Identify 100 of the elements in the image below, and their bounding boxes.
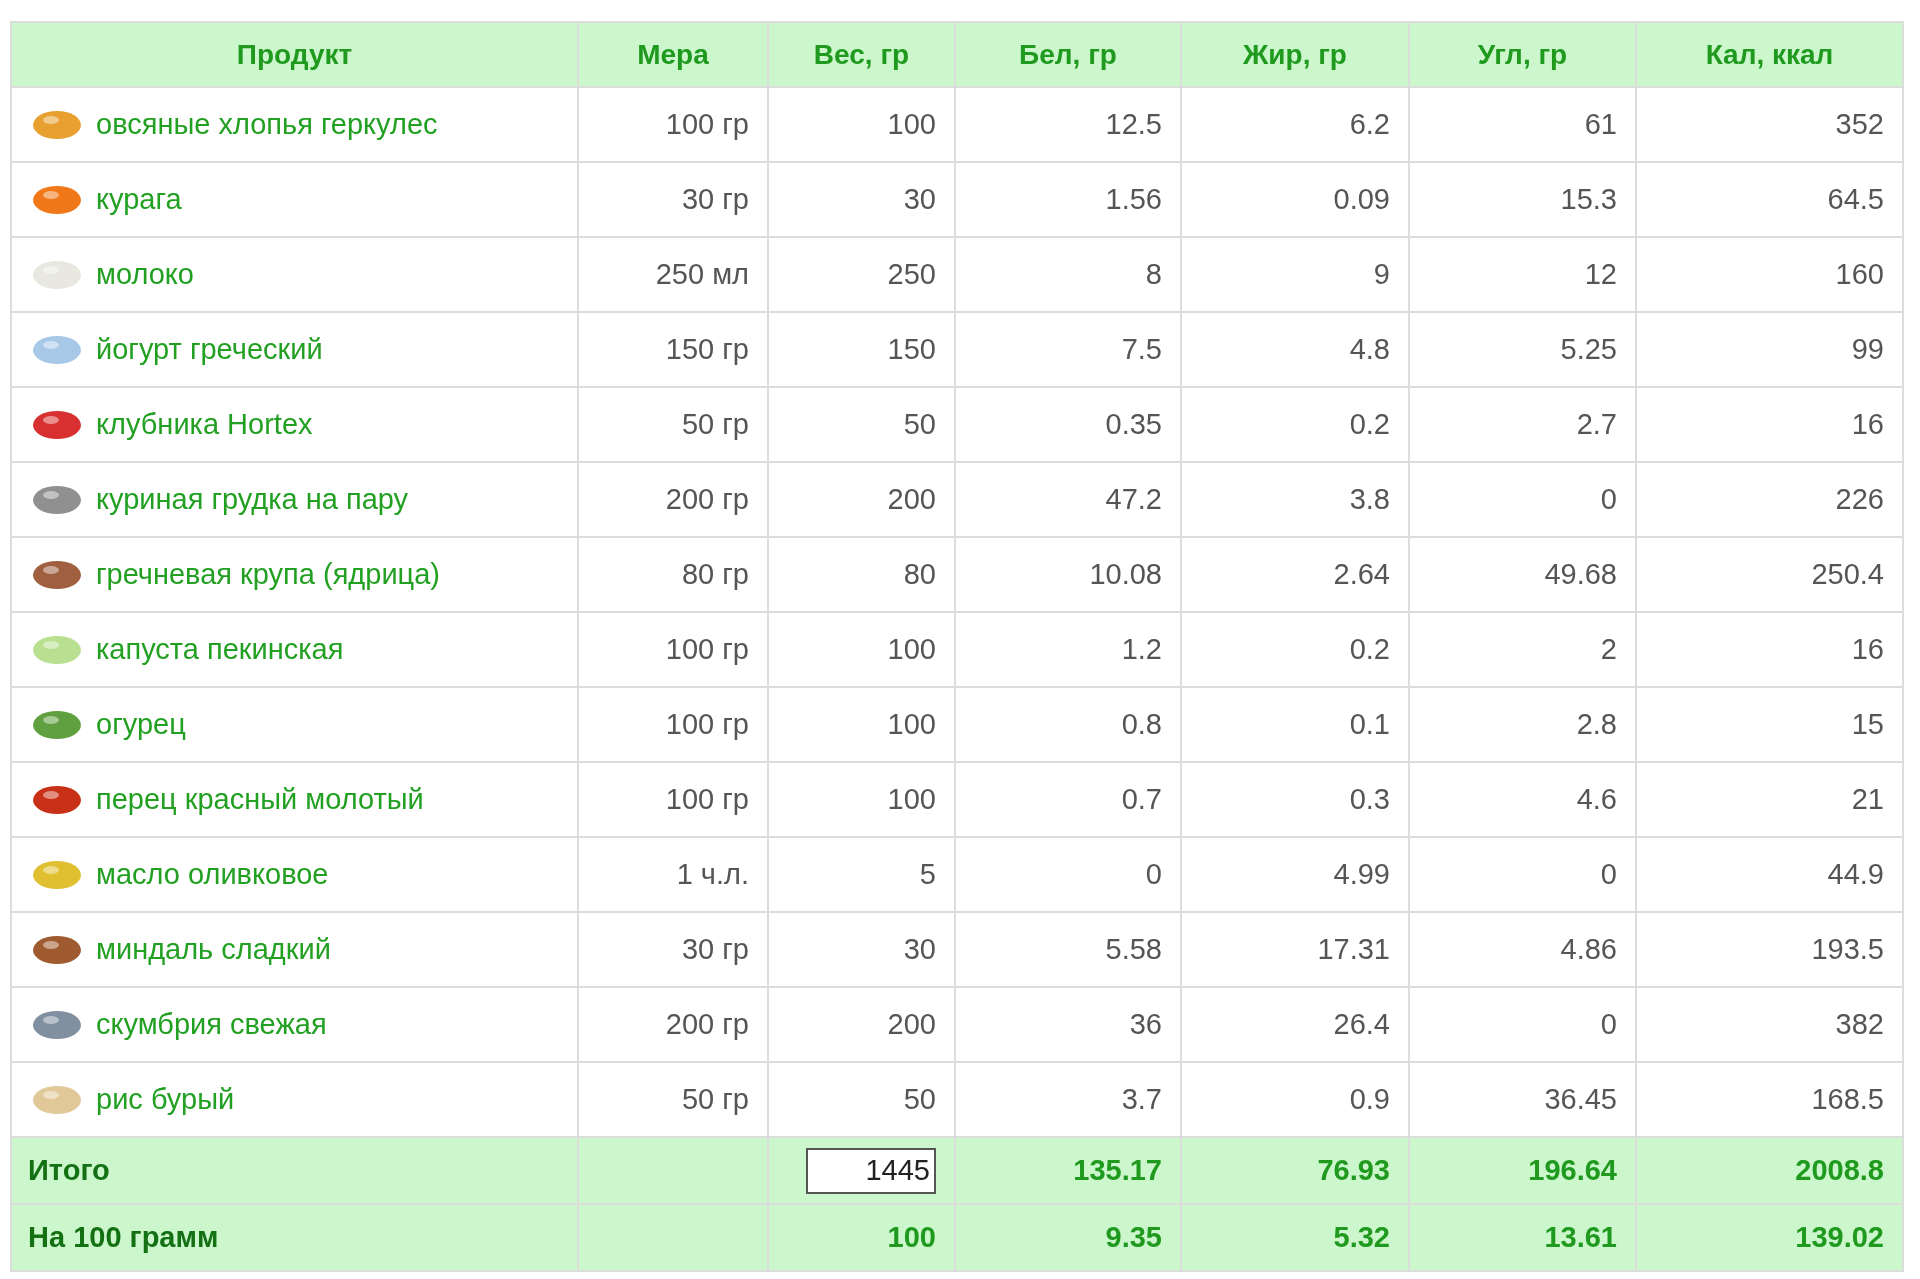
table-cell: 47.2 xyxy=(1105,482,1162,515)
table-cell: 36 xyxy=(1129,1007,1162,1040)
table-cell: 200 xyxy=(887,482,936,515)
table-cell: 36.45 xyxy=(1544,1082,1617,1115)
column-header: Бел, гр xyxy=(1019,38,1117,70)
table-cell: 100 xyxy=(887,107,936,140)
table-cell: 15 xyxy=(1851,707,1884,740)
table-cell: 30 гр xyxy=(681,182,749,215)
column-header: Жир, гр xyxy=(1243,38,1347,70)
table-cell: 100 xyxy=(887,782,936,815)
table-cell: 4.86 xyxy=(1560,932,1617,965)
table-cell: 64.5 xyxy=(1827,182,1884,215)
product-link[interactable]: курага xyxy=(96,177,182,222)
table-cell: 30 xyxy=(903,182,936,215)
table-cell: 30 xyxy=(903,932,936,965)
table-cell: 0.8 xyxy=(1121,707,1162,740)
table-cell: 250 мл xyxy=(655,257,749,290)
table-cell: 2.8 xyxy=(1576,707,1617,740)
table-cell: 13.61 xyxy=(1544,1220,1617,1253)
product-link[interactable]: молоко xyxy=(96,252,194,297)
table-cell: 15.3 xyxy=(1560,182,1617,215)
table-cell: 6.2 xyxy=(1349,107,1390,140)
table-cell: 21 xyxy=(1851,782,1884,815)
table-cell: 9.35 xyxy=(1105,1220,1162,1253)
table-cell: 49.68 xyxy=(1544,557,1617,590)
table-cell: 226 xyxy=(1835,482,1884,515)
table-cell: 7.5 xyxy=(1121,332,1162,365)
table-cell: 50 гр xyxy=(681,407,749,440)
table-cell: 100 xyxy=(887,707,936,740)
table-cell: 5.58 xyxy=(1105,932,1162,965)
table-cell: 100 гр xyxy=(665,707,749,740)
table-cell: 50 xyxy=(903,407,936,440)
table-cell: 3.7 xyxy=(1121,1082,1162,1115)
table-cell: 2008.8 xyxy=(1795,1153,1884,1186)
table-cell: 26.4 xyxy=(1333,1007,1390,1040)
table-cell: 200 гр xyxy=(665,1007,749,1040)
table-cell: 0.3 xyxy=(1349,782,1390,815)
table-cell: 50 гр xyxy=(681,1082,749,1115)
table-cell: 0 xyxy=(1600,857,1617,890)
table-cell: 4.99 xyxy=(1333,857,1390,890)
table-cell: 0.7 xyxy=(1121,782,1162,815)
table-cell: 80 xyxy=(903,557,936,590)
table-cell: 0 xyxy=(1600,1007,1617,1040)
table-cell: 100 xyxy=(887,632,936,665)
product-link[interactable]: рис бурый xyxy=(96,1077,235,1122)
table-cell: 9 xyxy=(1373,257,1390,290)
total-weight-field[interactable]: 1445 xyxy=(806,1147,936,1194)
column-header: Кал, ккал xyxy=(1705,38,1834,70)
table-cell: 0.2 xyxy=(1349,407,1390,440)
table-cell: 352 xyxy=(1835,107,1884,140)
table-cell: 61 xyxy=(1584,107,1617,140)
row-label: Итого xyxy=(28,1153,110,1186)
table-cell: 80 гр xyxy=(681,557,749,590)
table-cell: 30 гр xyxy=(681,932,749,965)
table-cell: 0.35 xyxy=(1105,407,1162,440)
table-cell: 0.1 xyxy=(1349,707,1390,740)
table-cell: 196.64 xyxy=(1528,1153,1617,1186)
table-cell: 135.17 xyxy=(1073,1153,1162,1186)
table-cell: 193.5 xyxy=(1811,932,1884,965)
table-cell: 2.7 xyxy=(1576,407,1617,440)
table-cell: 5 xyxy=(919,857,936,890)
table-cell: 160 xyxy=(1835,257,1884,290)
table-cell: 100 гр xyxy=(665,107,749,140)
table-cell: 100 гр xyxy=(665,632,749,665)
table-cell: 8 xyxy=(1145,257,1162,290)
table-cell: 150 гр xyxy=(665,332,749,365)
table-cell: 150 xyxy=(887,332,936,365)
table-cell: 5.32 xyxy=(1333,1220,1390,1253)
table-cell: 3.8 xyxy=(1349,482,1390,515)
table-cell: 4.6 xyxy=(1576,782,1617,815)
table-cell: 99 xyxy=(1851,332,1884,365)
table-cell: 5.25 xyxy=(1560,332,1617,365)
table-cell: 1.56 xyxy=(1105,182,1162,215)
table-cell: 16 xyxy=(1851,632,1884,665)
table-cell: 44.9 xyxy=(1827,857,1884,890)
column-header: Угл, гр xyxy=(1477,38,1568,70)
table-cell: 2 xyxy=(1600,632,1617,665)
table-cell: 1.2 xyxy=(1121,632,1162,665)
table-cell: 0.2 xyxy=(1349,632,1390,665)
table-cell: 4.8 xyxy=(1349,332,1390,365)
table-cell: 100 гр xyxy=(665,782,749,815)
product-link[interactable]: огурец xyxy=(96,702,186,747)
column-header: Мера xyxy=(637,38,709,70)
table-cell: 2.64 xyxy=(1333,557,1390,590)
table-cell: 100 xyxy=(887,1220,936,1253)
table-cell: 200 xyxy=(887,1007,936,1040)
table-cell: 0.09 xyxy=(1333,182,1390,215)
table-cell: 50 xyxy=(903,1082,936,1115)
table-cell: 1 ч.л. xyxy=(676,857,749,890)
table-cell: 0 xyxy=(1145,857,1162,890)
table-cell: 0 xyxy=(1600,482,1617,515)
column-header: Продукт xyxy=(236,38,353,70)
table-cell: 250 xyxy=(887,257,936,290)
table-cell: 76.93 xyxy=(1317,1153,1390,1186)
table-cell: 10.08 xyxy=(1089,557,1162,590)
table-cell: 139.02 xyxy=(1795,1220,1884,1253)
table-cell: 200 гр xyxy=(665,482,749,515)
table-cell: 250.4 xyxy=(1811,557,1884,590)
table-cell: 0.9 xyxy=(1349,1082,1390,1115)
table-cell: 382 xyxy=(1835,1007,1884,1040)
